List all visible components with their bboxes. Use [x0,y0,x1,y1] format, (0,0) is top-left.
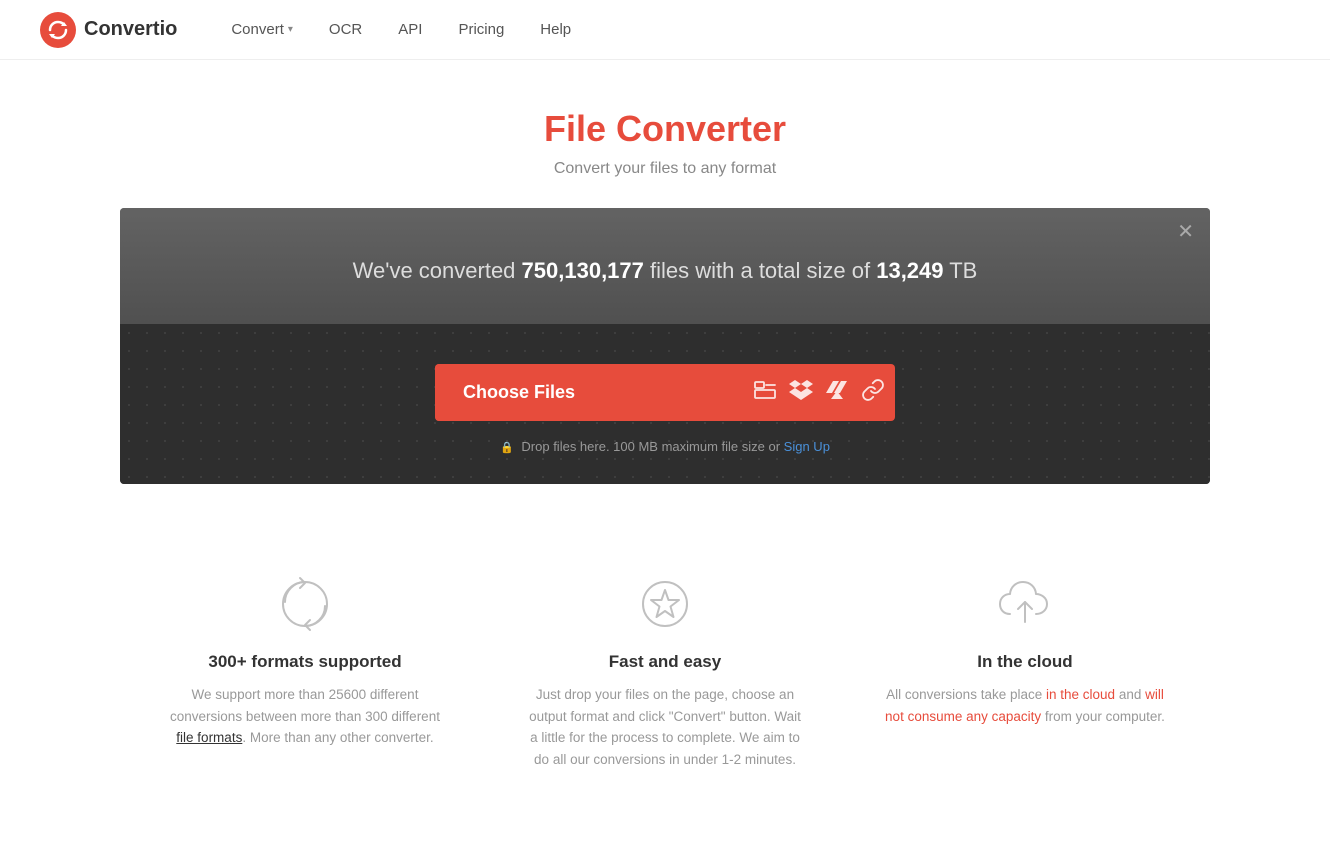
page-title: File Converter [20,108,1310,150]
choose-files-button[interactable]: Choose Files [435,364,753,421]
close-button[interactable]: ✕ [1177,222,1194,242]
upload-button-row: Choose Files [435,364,895,421]
signup-link[interactable]: Sign Up [784,439,830,454]
feature-fast-desc: Just drop your files on the page, choose… [525,684,805,770]
feature-fast-title: Fast and easy [525,652,805,672]
logo-icon [40,12,76,48]
nav-item-api[interactable]: API [384,15,436,44]
features-section: 300+ formats supported We support more t… [115,534,1215,830]
chevron-down-icon: ▾ [288,24,293,35]
logo-text: Convertio [84,18,177,41]
nav-link-ocr[interactable]: OCR [315,15,376,44]
google-drive-icon[interactable] [825,378,849,408]
upload-source-icons [753,378,895,408]
nav-links: Convert ▾ OCR API Pricing Help [217,15,585,44]
hero-subtitle: Convert your files to any format [20,160,1310,178]
feature-fast: Fast and easy Just drop your files on th… [525,574,805,770]
highlight-capacity: will not consume any capacity [885,687,1164,724]
nav-link-convert[interactable]: Convert ▾ [217,15,307,44]
navbar: Convertio Convert ▾ OCR API Pricing He [0,0,1330,60]
nav-link-api[interactable]: API [384,15,436,44]
cloud-upload-icon [995,574,1055,634]
logo-link[interactable]: Convertio [40,12,177,48]
star-icon [635,574,695,634]
stats-area: ✕ We've converted 750,130,177 files with… [120,208,1210,324]
nav-item-help[interactable]: Help [526,15,585,44]
hero-section: File Converter Convert your files to any… [0,60,1330,208]
nav-item-pricing[interactable]: Pricing [444,15,518,44]
nav-link-help[interactable]: Help [526,15,585,44]
highlight-cloud: in the cloud [1046,687,1115,702]
lock-icon: 🔒 [500,442,514,454]
feature-formats-title: 300+ formats supported [165,652,445,672]
feature-cloud: In the cloud All conversions take place … [885,574,1165,770]
stats-text: We've converted 750,130,177 files with a… [140,258,1190,284]
refresh-icon [275,574,335,634]
converter-box: ✕ We've converted 750,130,177 files with… [120,208,1210,484]
feature-formats: 300+ formats supported We support more t… [165,574,445,770]
nav-link-pricing[interactable]: Pricing [444,15,518,44]
feature-cloud-title: In the cloud [885,652,1165,672]
url-link-icon[interactable] [861,378,885,408]
file-manager-icon[interactable] [753,378,777,408]
nav-item-ocr[interactable]: OCR [315,15,376,44]
nav-item-convert[interactable]: Convert ▾ [217,15,307,44]
feature-formats-desc: We support more than 25600 different con… [165,684,445,749]
drop-hint: 🔒 Drop files here. 100 MB maximum file s… [140,439,1190,454]
file-formats-link[interactable]: file formats [176,730,242,745]
upload-area: Choose Files [120,324,1210,484]
feature-cloud-desc: All conversions take place in the cloud … [885,684,1165,727]
dropbox-icon[interactable] [789,378,813,408]
